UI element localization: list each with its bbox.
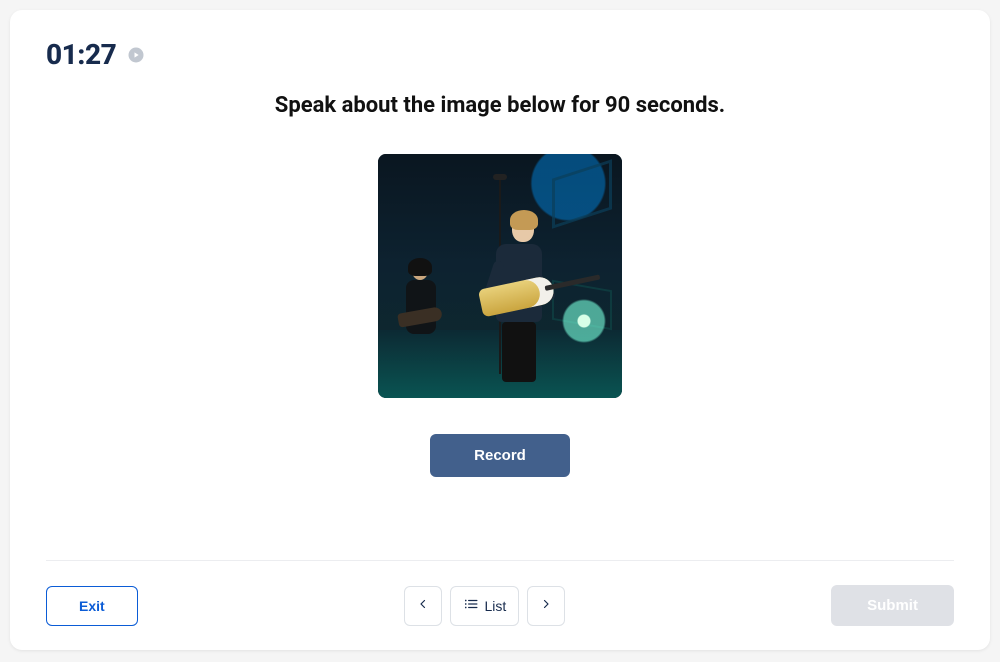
stage-truss-icon: [552, 159, 612, 228]
submit-button[interactable]: Submit: [831, 585, 954, 626]
list-button[interactable]: List: [450, 586, 520, 626]
chevron-left-icon: [417, 597, 429, 614]
image-container: [46, 154, 954, 398]
nav-group: List: [404, 586, 566, 626]
record-wrap: Record: [46, 434, 954, 477]
record-button[interactable]: Record: [430, 434, 570, 477]
footer: Exit List: [46, 585, 954, 626]
divider: [46, 560, 954, 561]
background-guitarist: [402, 262, 442, 372]
list-button-label: List: [485, 598, 507, 614]
exit-button[interactable]: Exit: [46, 586, 138, 626]
task-card: 01:27 Speak about the image below for 90…: [10, 10, 990, 650]
next-button[interactable]: [527, 586, 565, 626]
header-row: 01:27: [46, 38, 954, 71]
prev-button[interactable]: [404, 586, 442, 626]
list-icon: [463, 597, 479, 614]
prompt-image: [378, 154, 622, 398]
spacer: [46, 477, 954, 512]
chevron-right-icon: [540, 597, 552, 614]
instruction-text: Speak about the image below for 90 secon…: [46, 93, 954, 118]
play-icon[interactable]: [126, 45, 146, 65]
microphone-icon: [493, 174, 507, 180]
timer: 01:27: [46, 38, 116, 71]
scene-bg: [378, 154, 622, 398]
